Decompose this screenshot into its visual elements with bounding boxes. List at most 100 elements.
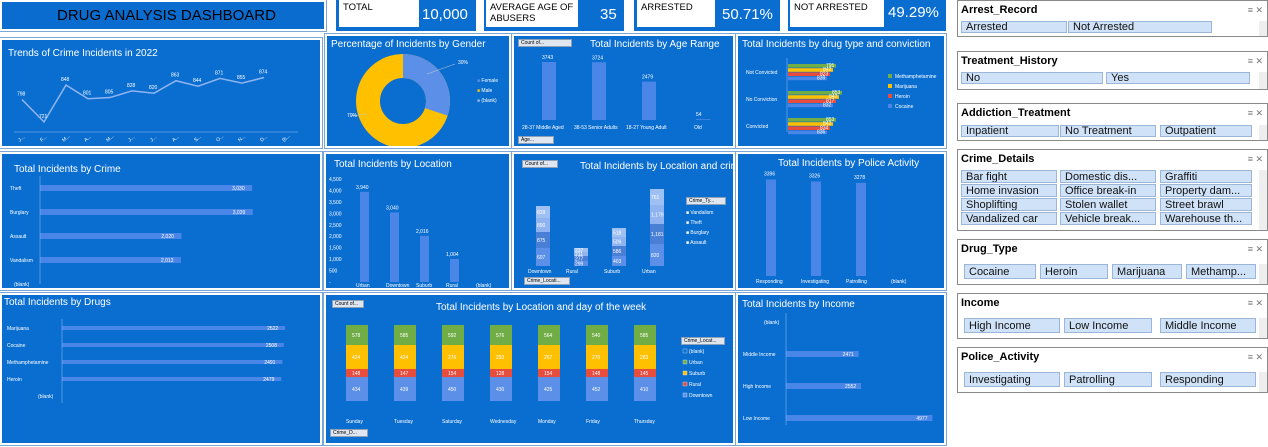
locday-segment-label: 540: [592, 333, 601, 339]
slicer-item[interactable]: Low Income: [1064, 318, 1152, 333]
loc-day-legend-filter[interactable]: Crime_Locat...: [681, 337, 725, 345]
age-bar: [542, 61, 556, 120]
drugconv-legend-swatch: [888, 84, 892, 88]
slicer-item[interactable]: Street brawl: [1160, 198, 1252, 211]
slicer-multiselect-clear-icon[interactable]: ≡ ✕: [1248, 352, 1263, 363]
locday-segment-label: 276: [448, 355, 457, 361]
slicer-multiselect-clear-icon[interactable]: ≡ ✕: [1248, 5, 1263, 16]
slicer-item[interactable]: Vehicle break...: [1060, 212, 1156, 225]
slicer-multiselect-clear-icon[interactable]: ≡ ✕: [1248, 244, 1263, 255]
slicer-item[interactable]: Home invasion: [961, 184, 1057, 197]
slicer-item[interactable]: Arrested: [961, 21, 1067, 33]
loc-crime-legend-filter[interactable]: Crime_Ty...: [686, 197, 726, 205]
age-filter-dropdown[interactable]: Age...: [518, 136, 554, 144]
location-day-panel: Count of... Total Incidents by Location …: [323, 292, 736, 446]
slicer-item[interactable]: Graffiti: [1160, 170, 1252, 183]
drugconv-y-tick: Not Convicted: [746, 70, 778, 76]
crime-y-tick: Theft: [10, 186, 22, 192]
slicer-scrollbar[interactable]: [1259, 21, 1267, 36]
loc-crime-location-filter[interactable]: Crime_Locati...: [524, 277, 570, 285]
slicer-item[interactable]: Methamp...: [1186, 264, 1256, 279]
slicer-scrollbar[interactable]: [1259, 170, 1267, 230]
trend-x-tick: J...: [149, 135, 158, 144]
locday-segment-label: 585: [400, 333, 409, 339]
drugs-y-tick: Methamphetamine: [7, 360, 49, 366]
slicer-title: Drug_Type: [961, 243, 1018, 255]
slicer-item[interactable]: Responding: [1160, 372, 1256, 387]
kpi-total-value: 10,000: [422, 6, 468, 23]
police-x-tick: Patrolling: [846, 279, 867, 285]
locday-segment-label: 439: [400, 387, 409, 393]
slicer-item[interactable]: High Income: [964, 318, 1060, 333]
age-bar-label: 3724: [592, 55, 603, 61]
slicer-item[interactable]: No Treatment: [1060, 125, 1156, 137]
drugs-y-tick: Marijuana: [7, 326, 29, 332]
crime-y-tick: (blank): [14, 282, 30, 288]
location-x-tick: (blank): [476, 283, 492, 288]
drugconv-y-tick: No Conviction: [746, 97, 777, 103]
age-bar-label: 2479: [642, 75, 653, 81]
trend-x-tick: O...: [215, 134, 225, 144]
slicer-scrollbar[interactable]: [1259, 72, 1267, 89]
slicer-item[interactable]: Cocaine: [964, 264, 1036, 279]
location-bar-label: 2,016: [416, 229, 429, 235]
slicer-item[interactable]: Vandalized car: [961, 212, 1057, 225]
slicer-income: Income ≡ ✕ High Income Low Income Middle Inc…: [957, 293, 1268, 339]
slicer-item[interactable]: Middle Income: [1160, 318, 1256, 333]
slicer-item[interactable]: Yes: [1106, 72, 1250, 84]
slicer-item[interactable]: Heroin: [1040, 264, 1108, 279]
location-x-tick: Rural: [446, 283, 458, 288]
loc-day-crime-filter[interactable]: Crime_D...: [330, 429, 368, 437]
slicer-multiselect-clear-icon[interactable]: ≡ ✕: [1248, 56, 1263, 67]
drugs-y-tick: Cocaine: [7, 343, 26, 349]
slicer-multiselect-clear-icon[interactable]: ≡ ✕: [1248, 154, 1263, 165]
locday-legend-label: Downtown: [689, 393, 713, 399]
drugs-chart-panel: Total Incidents by Drugs Marijuana 2522 Co…: [0, 292, 323, 446]
loccrime-segment-label: 1,179: [651, 213, 664, 219]
kpi-avg-age-label: AVERAGE AGE OF ABUSERS: [486, 0, 578, 27]
loccrime-segment-label: 875: [537, 238, 546, 244]
location-y-tick: 2,000: [329, 234, 342, 240]
drugs-bar-label: 2522: [267, 326, 278, 332]
income-chart: (blank) Middle Income 2471 High Income 2552 L…: [743, 313, 933, 425]
locday-x-tick: Wednesday: [490, 419, 517, 425]
slicer-item[interactable]: Outpatient: [1160, 125, 1252, 137]
loccrime-segment-label: 828: [537, 210, 546, 216]
locday-segment-label: 148: [592, 371, 601, 377]
locday-segment-label: 267: [544, 355, 553, 361]
age-bar-label: 3743: [542, 55, 553, 61]
income-bar-label: 2471: [843, 352, 854, 358]
locday-x-tick: Monday: [538, 419, 556, 425]
location-chart: 4,500 4,000 3,500 3,000 2,500 2,000 1,500 1,000…: [329, 177, 492, 288]
slicer-scrollbar[interactable]: [1259, 264, 1267, 284]
gender-legend-female: ■ Female: [477, 78, 499, 84]
slicer-multiselect-clear-icon[interactable]: ≡ ✕: [1248, 298, 1263, 309]
slicer-title: Police_Activity: [961, 351, 1040, 363]
slicer-item[interactable]: Domestic dis...: [1060, 170, 1156, 183]
slicer-item[interactable]: Not Arrested: [1068, 21, 1212, 33]
locday-segment-label: 283: [640, 355, 649, 361]
slicer-item[interactable]: Bar fight: [961, 170, 1057, 183]
trend-x-tick: A...: [83, 134, 93, 143]
crime-chart: Theft 3,030 Burglary 3,039 Assault 2,020 Vanda…: [10, 176, 253, 288]
slicer-item[interactable]: Office break-in: [1060, 184, 1156, 197]
slicer-scrollbar[interactable]: [1259, 318, 1267, 338]
slicer-item[interactable]: Property dam...: [1160, 184, 1252, 197]
slicer-item[interactable]: Shoplifting: [961, 198, 1057, 211]
age-bar: [592, 62, 606, 120]
drugconv-y-tick: Convicted: [746, 124, 768, 130]
slicer-item[interactable]: Stolen wallet: [1060, 198, 1156, 211]
slicer-scrollbar[interactable]: [1259, 372, 1267, 392]
slicer-item[interactable]: Warehouse th...: [1160, 212, 1252, 225]
slicer-item[interactable]: Marijuana: [1112, 264, 1182, 279]
slicer-item[interactable]: Investigating: [964, 372, 1060, 387]
slicer-scrollbar[interactable]: [1259, 125, 1267, 140]
income-chart-panel: Total Incidents by Income (blank) Middle …: [735, 292, 947, 446]
slicer-multiselect-clear-icon[interactable]: ≡ ✕: [1248, 108, 1263, 119]
location-bar: [390, 212, 399, 282]
slicer-item[interactable]: No: [961, 72, 1103, 84]
loccrime-segment-label: 586: [613, 249, 622, 255]
crime-y-tick: Burglary: [10, 210, 29, 216]
slicer-item[interactable]: Patrolling: [1064, 372, 1152, 387]
slicer-item[interactable]: Inpatient: [961, 125, 1059, 137]
